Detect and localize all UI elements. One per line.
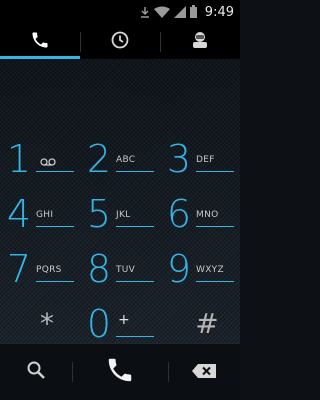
signal-icon xyxy=(173,3,186,22)
key-3[interactable]: 3 DEF xyxy=(164,133,236,188)
key-underline xyxy=(36,281,74,282)
key-letters: WXYZ xyxy=(196,265,224,275)
status-bar: 9:49 xyxy=(0,0,240,24)
tab-call-log[interactable] xyxy=(80,24,160,59)
phone-icon xyxy=(30,30,50,54)
bottom-action-bar xyxy=(0,343,240,400)
key-digit: 8 xyxy=(86,247,112,291)
key-5[interactable]: 5 JKL xyxy=(84,188,164,243)
key-digit: 6 xyxy=(166,192,192,236)
key-letters: DEF xyxy=(196,155,215,165)
key-digit: 9 xyxy=(166,247,192,291)
key-digit: 0 xyxy=(86,302,112,346)
call-icon xyxy=(105,355,135,389)
key-underline xyxy=(196,171,234,172)
key-underline xyxy=(116,226,154,227)
clock-icon xyxy=(111,31,129,53)
key-letters: GHI xyxy=(36,210,54,220)
key-9[interactable]: 9 WXYZ xyxy=(164,243,236,298)
download-icon xyxy=(140,3,150,22)
tab-phone[interactable] xyxy=(0,24,80,59)
key-letters: PQRS xyxy=(36,265,62,275)
key-underline xyxy=(36,171,74,172)
key-underline xyxy=(116,281,154,282)
tab-bar xyxy=(0,24,240,59)
key-letters: + xyxy=(118,312,130,328)
key-underline xyxy=(196,281,234,282)
search-icon xyxy=(26,360,46,384)
backspace-button[interactable] xyxy=(168,344,240,400)
key-digit: 2 xyxy=(86,137,112,181)
keypad: 1 2 ABC 3 DEF 4 GHI 5 JKL 6 MNO 7 PQRS 8… xyxy=(4,133,236,353)
key-digit: 1 xyxy=(6,137,32,181)
key-underline xyxy=(36,226,74,227)
key-8[interactable]: 8 TUV xyxy=(84,243,164,298)
digits-display[interactable] xyxy=(0,59,240,127)
key-underline xyxy=(116,171,154,172)
key-letters: JKL xyxy=(116,210,131,220)
key-digit: 3 xyxy=(166,137,192,181)
key-symbol: * xyxy=(40,307,54,340)
contact-icon xyxy=(191,31,209,53)
voicemail-icon xyxy=(40,151,56,170)
key-1[interactable]: 1 xyxy=(4,133,84,188)
key-2[interactable]: 2 ABC xyxy=(84,133,164,188)
key-letters: MNO xyxy=(196,210,219,220)
key-letters: TUV xyxy=(116,265,136,275)
key-letters: ABC xyxy=(116,155,136,165)
call-button[interactable] xyxy=(72,344,168,400)
dialpad-area: 1 2 ABC 3 DEF 4 GHI 5 JKL 6 MNO 7 PQRS 8… xyxy=(0,59,240,346)
tab-contacts[interactable] xyxy=(160,24,240,59)
key-digit: 5 xyxy=(86,192,112,236)
key-symbol: # xyxy=(195,307,219,340)
key-digit: 7 xyxy=(6,247,32,291)
key-4[interactable]: 4 GHI xyxy=(4,188,84,243)
key-underline xyxy=(196,226,234,227)
key-digit: 4 xyxy=(6,192,32,236)
key-underline xyxy=(116,336,154,337)
backspace-icon xyxy=(192,363,216,382)
key-6[interactable]: 6 MNO xyxy=(164,188,236,243)
status-time: 9:49 xyxy=(204,4,234,20)
battery-icon xyxy=(189,3,197,22)
key-7[interactable]: 7 PQRS xyxy=(4,243,84,298)
search-button[interactable] xyxy=(0,344,72,400)
wifi-icon xyxy=(153,3,170,22)
